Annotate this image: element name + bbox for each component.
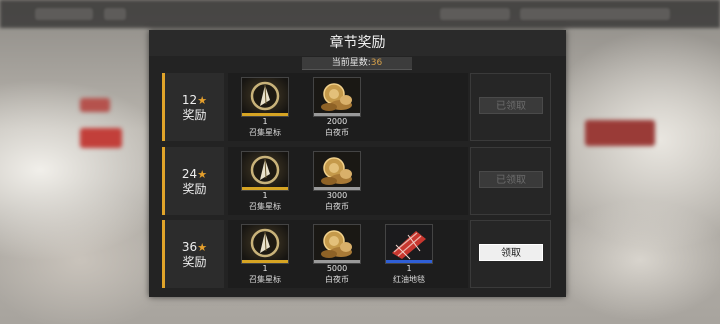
reward-item[interactable]: 5000 白夜币 — [313, 224, 361, 286]
coin-icon — [313, 224, 361, 264]
item-quantity: 1 — [262, 191, 268, 200]
item-quantity: 1 — [262, 264, 268, 273]
claimed-button[interactable]: 已领取 — [479, 171, 543, 188]
item-name: 白夜币 — [325, 128, 349, 137]
reward-word: 奖励 — [182, 254, 207, 269]
star-icon: ★ — [197, 93, 208, 107]
item-name: 白夜币 — [325, 275, 349, 284]
claim-button[interactable]: 领取 — [479, 244, 543, 261]
action-area: 领取 — [470, 220, 551, 288]
item-name: 召集星标 — [249, 275, 281, 284]
coin-icon — [313, 151, 361, 191]
reward-item[interactable]: 3000 白夜币 — [313, 151, 361, 213]
star-requirement: 12★ 奖励 — [165, 73, 224, 141]
current-stars-value: 36 — [370, 58, 383, 68]
star-requirement: 24★ 奖励 — [165, 147, 224, 215]
beacon-icon — [241, 151, 289, 191]
background-chip — [35, 8, 93, 20]
coin-icon — [313, 77, 361, 117]
reward-row: 36★ 奖励 1 召集星标 5000 白夜币 1 红油地毯 领取 — [162, 220, 551, 288]
star-count: 12 — [181, 92, 198, 107]
star-requirement: 36★ 奖励 — [165, 220, 224, 288]
item-quantity: 5000 — [326, 264, 348, 273]
item-name: 召集星标 — [249, 128, 281, 137]
reward-item[interactable]: 1 召集星标 — [241, 77, 289, 139]
reward-word: 奖励 — [182, 107, 207, 122]
current-stars-bar: 当前星数:36 — [302, 57, 412, 70]
item-name: 白夜币 — [325, 202, 349, 211]
reward-item[interactable]: 2000 白夜币 — [313, 77, 361, 139]
background-chip — [520, 8, 670, 20]
star-icon: ★ — [197, 240, 208, 254]
reward-items: 1 召集星标 2000 白夜币 — [228, 73, 468, 141]
reward-item[interactable]: 1 召集星标 — [241, 224, 289, 286]
action-area: 已领取 — [470, 73, 551, 141]
reward-word: 奖励 — [182, 181, 207, 196]
star-icon: ★ — [197, 167, 208, 181]
reward-item[interactable]: 1 召集星标 — [241, 151, 289, 213]
reward-item[interactable]: 1 红油地毯 — [385, 224, 433, 286]
dialog-title: 章节奖励 — [149, 30, 566, 56]
item-name: 红油地毯 — [393, 275, 425, 284]
star-count: 36 — [181, 239, 198, 254]
chapter-rewards-dialog: 章节奖励 当前星数:36 12★ 奖励 1 召集星标 2000 白夜币 已领取 … — [149, 30, 566, 297]
item-name: 召集星标 — [249, 202, 281, 211]
item-quantity: 2000 — [326, 117, 348, 126]
reward-items: 1 召集星标 3000 白夜币 — [228, 147, 468, 215]
beacon-icon — [241, 224, 289, 264]
red-carpet-icon — [385, 224, 433, 264]
star-count: 24 — [181, 166, 198, 181]
beacon-icon — [241, 77, 289, 117]
current-stars-label: 当前星数: — [331, 58, 371, 68]
item-quantity: 3000 — [326, 191, 348, 200]
background-red-marker — [80, 128, 122, 148]
background-chip — [104, 8, 126, 20]
reward-row: 24★ 奖励 1 召集星标 3000 白夜币 已领取 — [162, 147, 551, 215]
item-quantity: 1 — [406, 264, 412, 273]
reward-row: 12★ 奖励 1 召集星标 2000 白夜币 已领取 — [162, 73, 551, 141]
background-chip — [440, 8, 510, 20]
reward-items: 1 召集星标 5000 白夜币 1 红油地毯 — [228, 220, 468, 288]
background-red-marker — [585, 120, 655, 146]
action-area: 已领取 — [470, 147, 551, 215]
item-quantity: 1 — [262, 117, 268, 126]
claimed-button[interactable]: 已领取 — [479, 97, 543, 114]
background-red-marker — [80, 98, 110, 112]
